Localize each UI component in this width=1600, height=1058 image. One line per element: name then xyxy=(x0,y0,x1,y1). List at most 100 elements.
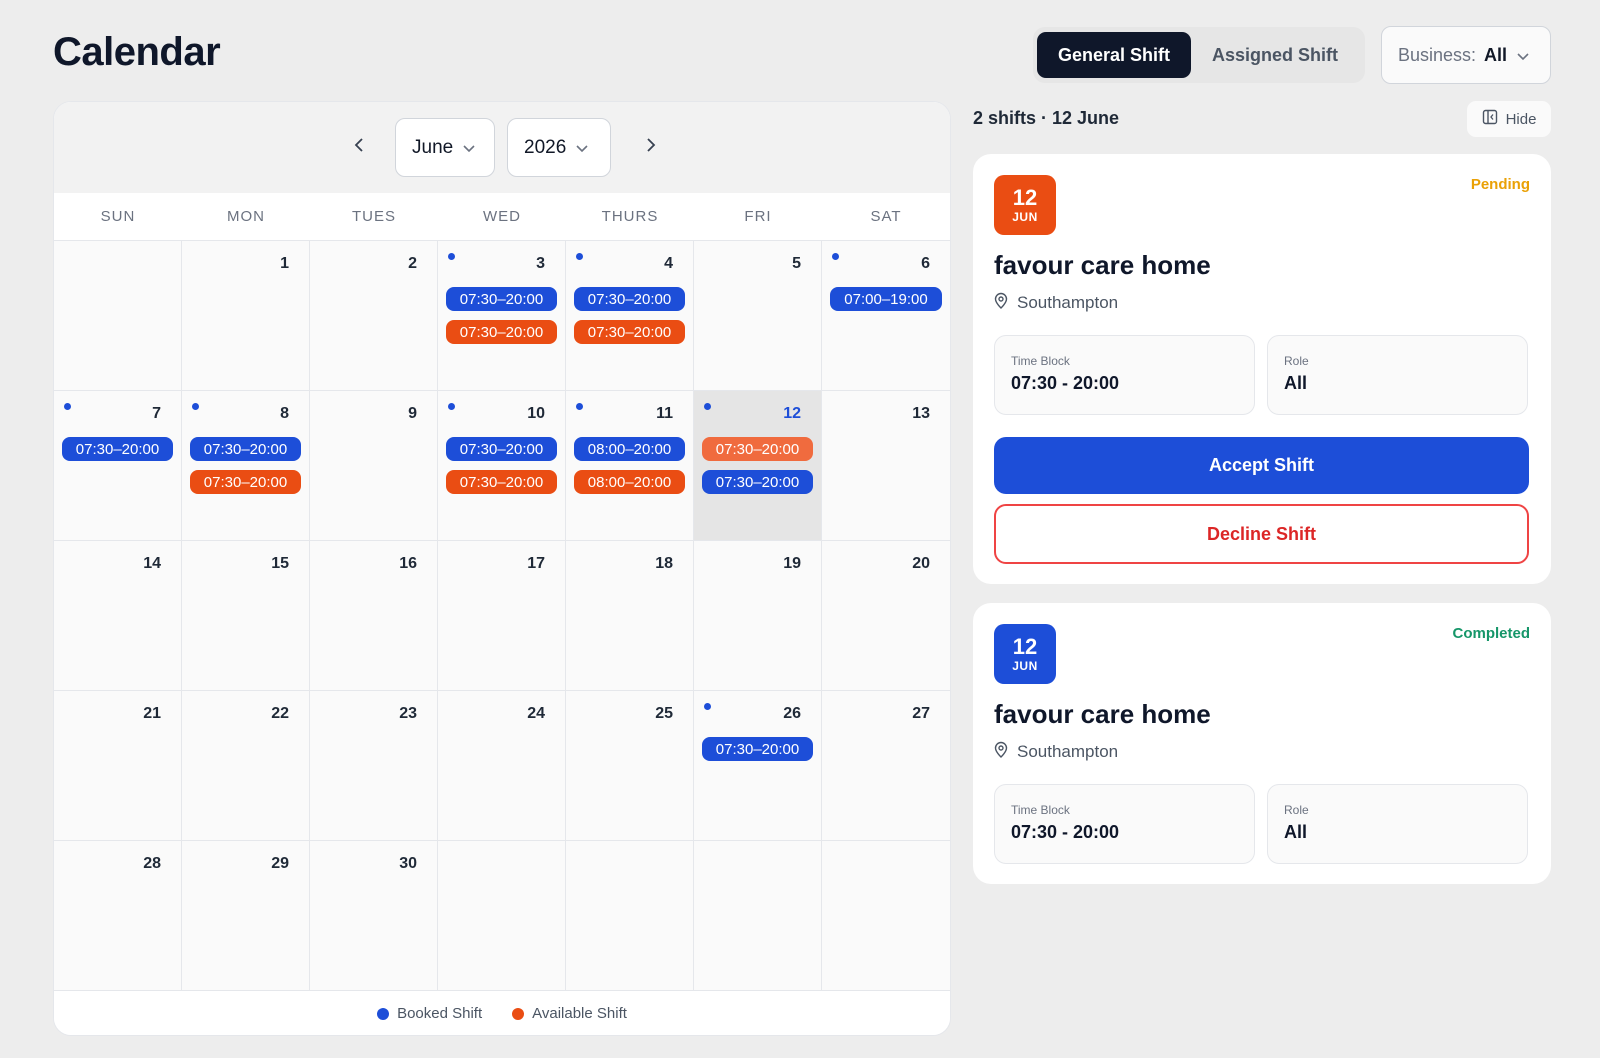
calendar-day-cell[interactable]: 3 07:30–20:00 07:30–20:00 xyxy=(438,241,566,391)
calendar-empty-cell xyxy=(566,841,694,991)
hide-label: Hide xyxy=(1505,110,1537,128)
booked-shift-pill[interactable]: 08:00–20:00 xyxy=(574,437,685,461)
booked-shift-pill[interactable]: 07:30–20:00 xyxy=(190,437,301,461)
day-number: 5 xyxy=(792,255,801,272)
role-box: Role All xyxy=(1267,335,1528,415)
day-number: 26 xyxy=(783,705,801,722)
shift-pill-list: 07:30–20:00 07:30–20:00 xyxy=(702,437,813,494)
date-badge-month: JUN xyxy=(1012,210,1038,224)
booked-shift-pill[interactable]: 07:30–20:00 xyxy=(574,287,685,311)
booked-shift-pill[interactable]: 07:30–20:00 xyxy=(702,737,813,761)
legend-item: Booked Shift xyxy=(377,1005,482,1022)
time-block-box: Time Block 07:30 - 20:00 xyxy=(994,784,1255,864)
business-filter-value: All xyxy=(1484,44,1508,65)
available-shift-pill[interactable]: 07:30–20:00 xyxy=(190,470,301,494)
calendar-day-cell[interactable]: 24 xyxy=(438,691,566,841)
calendar-day-cell[interactable]: 12 07:30–20:00 07:30–20:00 xyxy=(694,391,822,541)
prev-month-button[interactable] xyxy=(344,132,374,162)
tab-general-shift[interactable]: General Shift xyxy=(1037,32,1191,78)
time-block-value: 07:30 - 20:00 xyxy=(1011,822,1120,842)
location: Southampton xyxy=(994,292,1118,314)
day-number: 16 xyxy=(399,555,417,572)
booked-dot-indicator xyxy=(576,403,583,410)
year-select[interactable]: 2026 xyxy=(507,118,611,177)
hide-panel-button[interactable]: Hide xyxy=(1467,101,1551,137)
weekday-label: SAT xyxy=(870,208,902,225)
shift-pill-list: 07:30–20:00 xyxy=(62,437,173,461)
calendar-day-cell[interactable]: 16 xyxy=(310,541,438,691)
month-value: June xyxy=(412,136,454,158)
calendar-day-cell[interactable]: 30 xyxy=(310,841,438,991)
calendar-day-cell[interactable]: 2 xyxy=(310,241,438,391)
legend-label: Booked Shift xyxy=(397,1005,483,1022)
tab-assigned-shift[interactable]: Assigned Shift xyxy=(1191,32,1359,78)
calendar-grid: 1 2 3 07:30–20:00 07:30–20:00 4 07:30–20:00 07:… xyxy=(54,241,950,991)
available-shift-pill[interactable]: 07:30–20:00 xyxy=(446,320,557,344)
weekday-label: TUES xyxy=(351,208,396,225)
business-filter-label: Business: xyxy=(1398,44,1477,65)
calendar-day-cell[interactable]: 13 xyxy=(822,391,950,541)
calendar-card: June 2026 SUN MON TUES WED THURS FRI SAT 1 2 3 07… xyxy=(53,101,951,1036)
calendar-day-cell[interactable]: 27 xyxy=(822,691,950,841)
chevron-down-icon xyxy=(566,137,588,159)
booked-shift-pill[interactable]: 07:30–20:00 xyxy=(62,437,173,461)
calendar-day-cell[interactable]: 20 xyxy=(822,541,950,691)
business-filter-select[interactable]: Business: All xyxy=(1381,26,1551,84)
calendar-day-cell[interactable]: 23 xyxy=(310,691,438,841)
calendar-day-cell[interactable]: 28 xyxy=(54,841,182,991)
calendar-day-cell[interactable]: 15 xyxy=(182,541,310,691)
time-block-value: 07:30 - 20:00 xyxy=(1011,373,1120,393)
available-shift-pill[interactable]: 07:30–20:00 xyxy=(574,320,685,344)
weekday-label: MON xyxy=(227,208,265,225)
day-number: 7 xyxy=(152,405,161,422)
calendar-day-cell[interactable]: 26 07:30–20:00 xyxy=(694,691,822,841)
calendar-day-cell[interactable]: 4 07:30–20:00 07:30–20:00 xyxy=(566,241,694,391)
shift-pill-list: 08:00–20:00 08:00–20:00 xyxy=(574,437,685,494)
available-shift-pill[interactable]: 08:00–20:00 xyxy=(574,470,685,494)
day-number: 14 xyxy=(143,555,161,572)
role-label: Role xyxy=(1284,354,1309,368)
day-number: 9 xyxy=(408,405,417,422)
decline-shift-button[interactable]: Decline Shift xyxy=(994,504,1529,564)
calendar-day-cell[interactable]: 22 xyxy=(182,691,310,841)
calendar-day-cell[interactable]: 19 xyxy=(694,541,822,691)
booked-shift-pill[interactable]: 07:00–19:00 xyxy=(830,287,942,311)
booked-dot-indicator xyxy=(832,253,839,260)
day-number: 20 xyxy=(912,555,930,572)
next-month-button[interactable] xyxy=(636,132,666,162)
accept-shift-button[interactable]: Accept Shift xyxy=(994,437,1529,494)
booked-dot-indicator xyxy=(192,403,199,410)
day-number: 15 xyxy=(271,555,289,572)
day-number: 2 xyxy=(408,255,417,272)
day-number: 25 xyxy=(655,705,673,722)
calendar-empty-cell xyxy=(822,841,950,991)
calendar-day-cell[interactable]: 9 xyxy=(310,391,438,541)
calendar-day-cell[interactable]: 21 xyxy=(54,691,182,841)
booked-shift-pill[interactable]: 07:30–20:00 xyxy=(446,287,557,311)
calendar-day-cell[interactable]: 14 xyxy=(54,541,182,691)
calendar-day-cell[interactable]: 10 07:30–20:00 07:30–20:00 xyxy=(438,391,566,541)
calendar-day-cell[interactable]: 7 07:30–20:00 xyxy=(54,391,182,541)
available-shift-pill[interactable]: 07:30–20:00 xyxy=(446,470,557,494)
calendar-day-cell[interactable]: 29 xyxy=(182,841,310,991)
calendar-day-cell[interactable]: 6 07:00–19:00 xyxy=(822,241,950,391)
month-select[interactable]: June xyxy=(395,118,495,177)
shift-pill-list: 07:30–20:00 xyxy=(702,737,813,761)
day-number: 28 xyxy=(143,855,161,872)
day-number: 23 xyxy=(399,705,417,722)
role-value: All xyxy=(1284,822,1308,842)
calendar-day-cell[interactable]: 25 xyxy=(566,691,694,841)
day-number: 1 xyxy=(280,255,289,272)
calendar-day-cell[interactable]: 18 xyxy=(566,541,694,691)
booked-shift-pill[interactable]: 07:30–20:00 xyxy=(446,437,557,461)
booked-shift-pill[interactable]: 07:30–20:00 xyxy=(702,470,813,494)
calendar-day-cell[interactable]: 11 08:00–20:00 08:00–20:00 xyxy=(566,391,694,541)
available-shift-pill[interactable]: 07:30–20:00 xyxy=(702,437,813,461)
calendar-day-cell[interactable]: 17 xyxy=(438,541,566,691)
day-number: 30 xyxy=(399,855,417,872)
day-number: 11 xyxy=(656,405,673,422)
calendar-day-cell[interactable]: 8 07:30–20:00 07:30–20:00 xyxy=(182,391,310,541)
chevron-down-icon xyxy=(453,137,475,159)
calendar-day-cell[interactable]: 1 xyxy=(182,241,310,391)
calendar-day-cell[interactable]: 5 xyxy=(694,241,822,391)
